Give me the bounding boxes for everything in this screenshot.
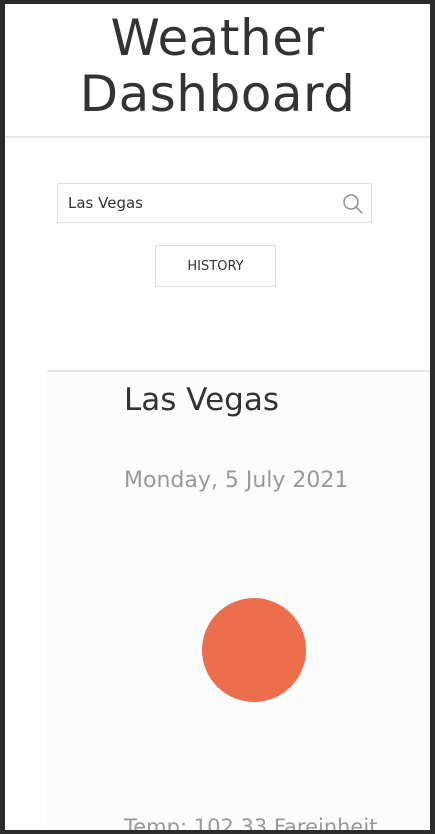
page-title: Weather Dashboard bbox=[5, 10, 430, 122]
history-button[interactable]: HISTORY bbox=[155, 245, 276, 287]
search-icon[interactable] bbox=[342, 193, 364, 215]
city-name: Las Vegas bbox=[124, 382, 279, 418]
app-window: Weather Dashboard HISTORY Las Vegas Mond… bbox=[5, 4, 430, 830]
page-title-line-2: Dashboard bbox=[79, 65, 356, 123]
page-title-line-1: Weather bbox=[110, 9, 325, 67]
header-divider bbox=[5, 136, 430, 138]
current-weather-card: Las Vegas Monday, 5 July 2021 Temp: 102.… bbox=[47, 370, 430, 830]
search-input[interactable] bbox=[68, 184, 328, 222]
temperature-text: Temp: 102.33 Fareinheit bbox=[124, 815, 378, 830]
search-form bbox=[57, 183, 372, 223]
current-date: Monday, 5 July 2021 bbox=[124, 468, 349, 493]
sun-icon bbox=[202, 598, 306, 702]
